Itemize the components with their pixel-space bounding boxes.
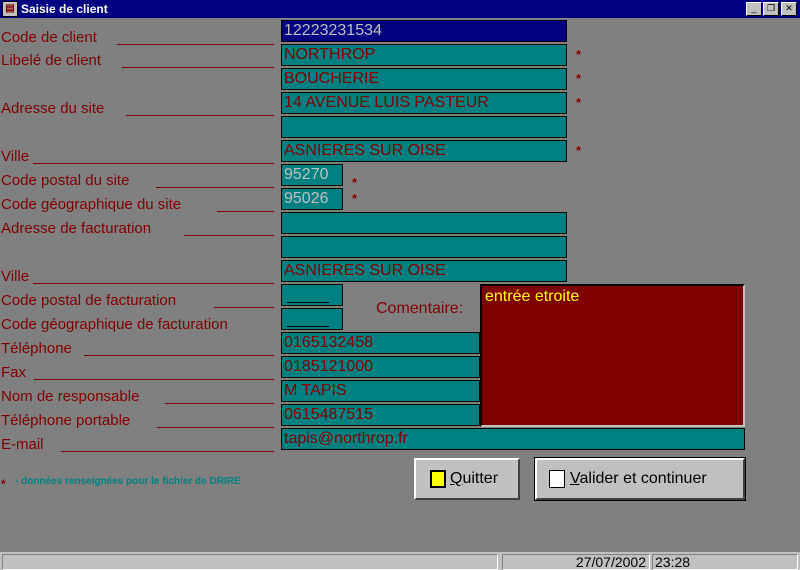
fax-field[interactable]: 0185121000: [281, 356, 480, 378]
cp-fact-underline: [287, 302, 329, 303]
required-mark: *: [576, 143, 582, 158]
required-mark: *: [576, 47, 582, 62]
label-underline: [214, 307, 274, 308]
status-time: 23:28: [652, 554, 798, 570]
label-underline: [126, 115, 274, 116]
required-mark: *: [352, 191, 358, 206]
required-mark: *: [576, 71, 582, 86]
label-ville: Ville: [1, 148, 30, 165]
required-mark: *: [576, 95, 582, 110]
status-panel-message: [2, 554, 498, 570]
title-bar: ▤ Saisie de client _ ❐ ✕: [0, 0, 800, 18]
label-underline: [217, 211, 274, 212]
close-button[interactable]: ✕: [781, 2, 797, 16]
comment-textarea[interactable]: entrée etroite: [480, 284, 745, 427]
status-date: 27/07/2002: [502, 554, 650, 570]
portable-field[interactable]: 0615487515: [281, 404, 480, 426]
quit-button[interactable]: Quitter: [414, 458, 520, 500]
libelle-field-1[interactable]: NORTHROP: [281, 44, 567, 66]
label-fax: Fax: [1, 364, 27, 381]
label-underline: [84, 355, 274, 356]
ville-field[interactable]: ASNIERES SUR OISE: [281, 140, 567, 162]
required-mark: *: [352, 175, 358, 190]
label-underline: [122, 67, 274, 68]
status-bar: 27/07/2002 23:28: [0, 552, 800, 570]
minimize-button[interactable]: _: [746, 2, 762, 16]
label-portable: Téléphone portable: [1, 412, 131, 429]
legend-required-mark: *: [1, 477, 6, 491]
label-underline: [117, 44, 274, 45]
label-underline: [33, 163, 274, 164]
label-email: E-mail: [1, 436, 44, 453]
adresse-site-field-2[interactable]: [281, 116, 567, 138]
adresse-site-field-1[interactable]: 14 AVENUE LUIS PASTEUR: [281, 92, 567, 114]
label-underline: [184, 235, 274, 236]
label-geo-fact: Code géographique de facturation: [1, 316, 228, 333]
ville-fact-field[interactable]: ASNIERES SUR OISE: [281, 260, 567, 282]
geo-fact-underline: [287, 326, 329, 327]
label-libelle: Libelé de client: [1, 52, 102, 69]
label-underline: [61, 451, 274, 452]
legend-text: - données renseignées pour le fichier de…: [15, 476, 241, 487]
label-ville-fact: Ville: [1, 268, 30, 285]
label-cp-site: Code postal du site: [1, 172, 130, 189]
telephone-field[interactable]: 0165132458: [281, 332, 480, 354]
label-adresse-site: Adresse du site: [1, 100, 105, 117]
label-geo-site: Code géographique du site: [1, 196, 182, 213]
label-underline: [165, 403, 274, 404]
quit-button-label: Quitter: [450, 470, 499, 487]
label-responsable: Nom de responsable: [1, 388, 140, 405]
app-form-icon[interactable]: ▤: [2, 1, 18, 17]
geo-site-field[interactable]: 95026: [281, 188, 343, 210]
comment-label: Comentaire:: [376, 300, 464, 317]
label-telephone: Téléphone: [1, 340, 72, 357]
adresse-fact-field-2[interactable]: [281, 236, 567, 258]
window-title: Saisie de client: [21, 2, 108, 16]
label-underline: [156, 187, 274, 188]
checkmark-icon: [549, 470, 565, 488]
label-adresse-fact: Adresse de facturation: [1, 220, 152, 237]
code-client-field[interactable]: 12223231534: [281, 20, 567, 42]
label-underline: [33, 283, 274, 284]
restore-button[interactable]: ❐: [763, 2, 779, 16]
label-underline: [157, 427, 274, 428]
label-cp-fact: Code postal de facturation: [1, 292, 177, 309]
cp-site-field[interactable]: 95270: [281, 164, 343, 186]
validate-continue-button[interactable]: Valider et continuer: [534, 457, 746, 501]
door-icon: [430, 470, 446, 488]
label-code-client: Code de client: [1, 29, 97, 46]
adresse-fact-field-1[interactable]: [281, 212, 567, 234]
responsable-field[interactable]: M TAPIS: [281, 380, 480, 402]
label-underline: [34, 379, 274, 380]
email-field[interactable]: tapis@northrop.fr: [281, 428, 745, 450]
validate-button-label: Valider et continuer: [570, 470, 707, 487]
libelle-field-2[interactable]: BOUCHERIE: [281, 68, 567, 90]
